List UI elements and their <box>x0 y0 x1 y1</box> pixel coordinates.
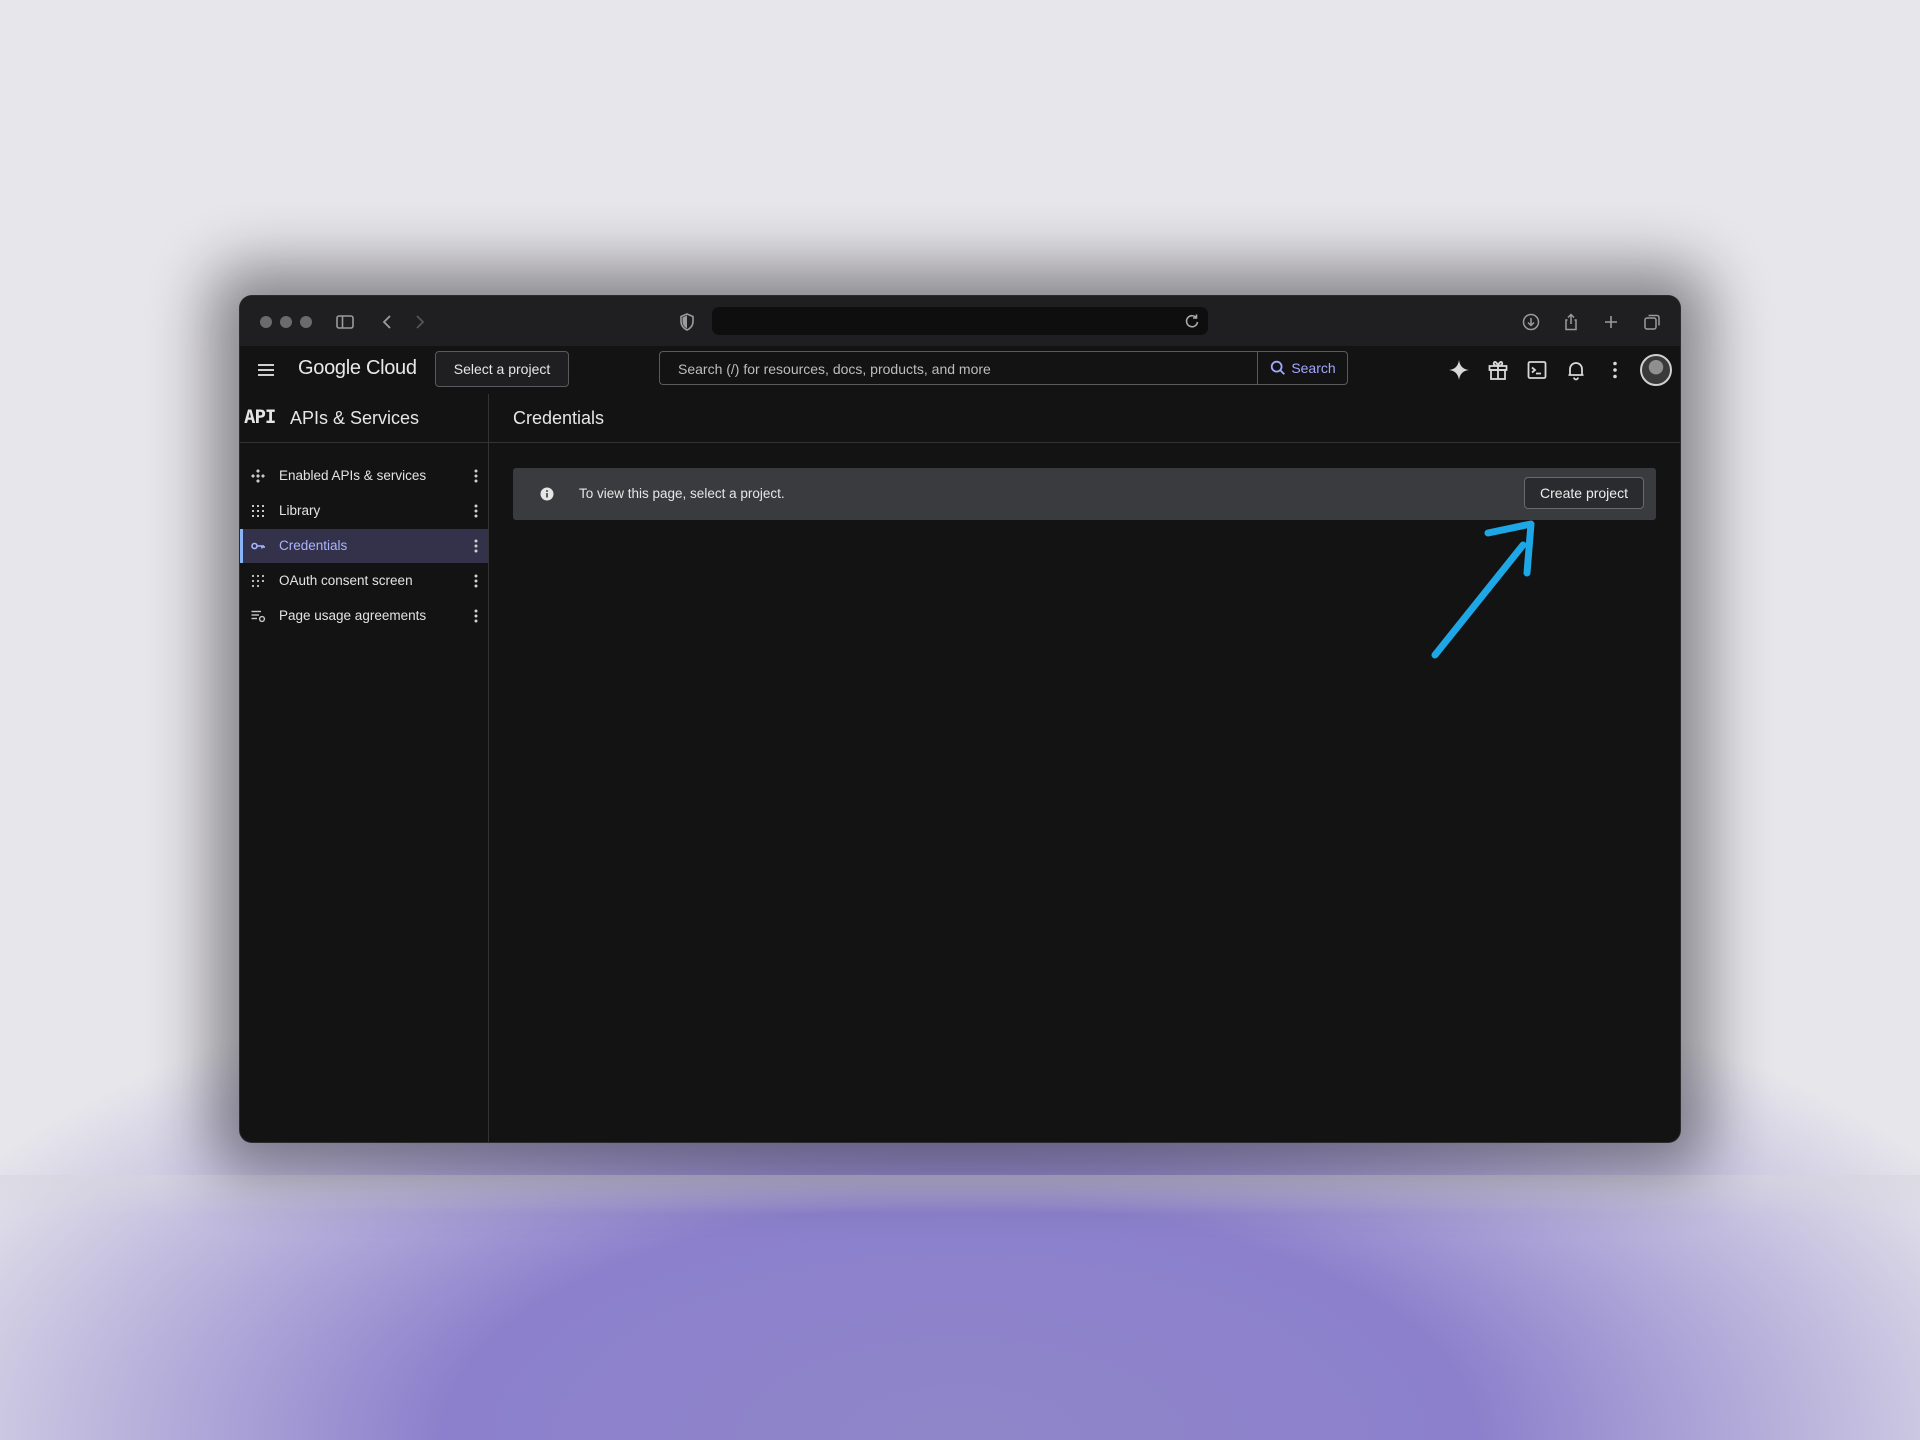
main-content: Credentials To view this page, select a … <box>489 394 1680 1142</box>
api-badge: API <box>244 406 276 428</box>
info-icon <box>539 486 555 502</box>
more-vert-icon[interactable] <box>468 608 484 624</box>
sidebar-item-label: Credentials <box>279 538 348 553</box>
more-vert-icon[interactable] <box>1603 358 1627 382</box>
create-project-button[interactable]: Create project <box>1524 477 1644 509</box>
library-icon <box>250 503 266 519</box>
avatar[interactable] <box>1640 354 1672 386</box>
sidebar-toggle-icon[interactable] <box>332 309 358 335</box>
shield-icon[interactable] <box>674 309 700 335</box>
page-title: Credentials <box>513 408 605 428</box>
cloud-shell-icon[interactable] <box>1525 358 1549 382</box>
more-vert-icon[interactable] <box>468 538 484 554</box>
refresh-icon[interactable] <box>1182 311 1202 331</box>
info-banner: To view this page, select a project. Cre… <box>513 468 1656 520</box>
sidebar-item-credentials[interactable]: Credentials <box>240 529 488 563</box>
url-bar[interactable] <box>712 307 1208 335</box>
more-vert-icon[interactable] <box>468 503 484 519</box>
browser-window: Google Cloud Select a project Search (/)… <box>240 296 1680 1142</box>
key-icon <box>250 538 266 554</box>
new-tab-icon[interactable] <box>1598 309 1624 335</box>
enabled-apis-icon <box>250 468 266 484</box>
sidebar-item-label: Enabled APIs & services <box>279 468 427 483</box>
zoom-window-dot[interactable] <box>300 316 312 328</box>
browser-titlebar <box>240 296 1680 346</box>
share-icon[interactable] <box>1558 309 1584 335</box>
sidebar-item-label: Library <box>279 503 321 518</box>
app-header: Google Cloud Select a project Search (/)… <box>240 346 1680 394</box>
search-button-label: Search <box>1291 360 1336 376</box>
annotation-arrow <box>1431 520 1535 659</box>
close-window-dot[interactable] <box>260 316 272 328</box>
sidebar-item-page-usage-agreements[interactable]: Page usage agreements <box>240 599 488 633</box>
oauth-icon <box>250 573 266 589</box>
forward-icon[interactable] <box>406 309 432 335</box>
search-button[interactable]: Search <box>1257 351 1348 385</box>
sidebar-item-label: OAuth consent screen <box>279 573 413 588</box>
hamburger-menu-icon[interactable] <box>254 358 278 382</box>
gemini-icon[interactable] <box>1447 358 1471 382</box>
search-icon <box>1271 360 1286 375</box>
more-vert-icon[interactable] <box>468 468 484 484</box>
download-icon[interactable] <box>1518 309 1544 335</box>
sidebar: API APIs & Services Enabled APIs & servi… <box>240 394 489 1142</box>
minimize-window-dot[interactable] <box>280 316 292 328</box>
select-project-button[interactable]: Select a project <box>435 351 569 387</box>
more-vert-icon[interactable] <box>468 573 484 589</box>
tabs-overview-icon[interactable] <box>1639 309 1665 335</box>
page-header: Credentials <box>489 394 1680 443</box>
sidebar-title[interactable]: APIs & Services <box>290 408 419 429</box>
notifications-icon[interactable] <box>1564 358 1588 382</box>
back-icon[interactable] <box>375 309 401 335</box>
sidebar-item-library[interactable]: Library <box>240 494 488 528</box>
sidebar-header: API APIs & Services <box>240 394 488 443</box>
gift-icon[interactable] <box>1486 358 1510 382</box>
background-band <box>0 1175 1920 1215</box>
agreements-icon <box>250 608 266 624</box>
sidebar-item-label: Page usage agreements <box>279 608 427 623</box>
sidebar-item-enabled-apis[interactable]: Enabled APIs & services <box>240 459 488 493</box>
google-cloud-logo[interactable]: Google Cloud <box>298 357 417 380</box>
sidebar-item-oauth-consent[interactable]: OAuth consent screen <box>240 564 488 598</box>
search-input[interactable]: Search (/) for resources, docs, products… <box>659 351 1257 385</box>
banner-message: To view this page, select a project. <box>579 486 785 501</box>
